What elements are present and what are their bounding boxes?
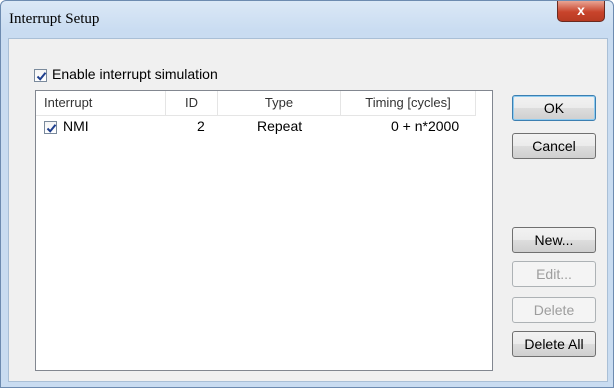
column-header-interrupt[interactable]: Interrupt (36, 91, 166, 115)
column-header-timing[interactable]: Timing [cycles] (341, 91, 476, 115)
delete-all-button[interactable]: Delete All (512, 331, 596, 357)
ok-button[interactable]: OK (512, 95, 596, 121)
check-icon (36, 72, 47, 81)
dialog-window: Interrupt Setup x Enable interrupt simul… (0, 0, 614, 388)
edit-button[interactable]: Edit... (512, 261, 596, 287)
cell-timing: 0 + n*2000 (391, 118, 460, 134)
cell-id: 2 (197, 118, 205, 134)
list-header: Interrupt ID Type Timing [cycles] (36, 91, 476, 116)
column-header-type[interactable]: Type (218, 91, 341, 115)
enable-interrupt-label: Enable interrupt simulation (52, 66, 218, 82)
cell-type: Repeat (257, 118, 303, 134)
cell-interrupt: NMI (63, 118, 89, 134)
interrupt-list[interactable]: Interrupt ID Type Timing [cycles] NMI 2 … (35, 90, 493, 371)
check-icon (46, 124, 57, 133)
window-title: Interrupt Setup (9, 11, 100, 27)
delete-button[interactable]: Delete (512, 297, 596, 323)
enable-interrupt-checkbox[interactable] (34, 69, 47, 82)
table-row[interactable]: NMI 2 Repeat 0 + n*2000 (36, 116, 476, 138)
cancel-button[interactable]: Cancel (512, 133, 596, 159)
dialog-body: Enable interrupt simulation Interrupt ID… (8, 38, 608, 382)
close-button[interactable]: x (557, 1, 605, 22)
new-button[interactable]: New... (512, 227, 596, 253)
column-header-id[interactable]: ID (166, 91, 218, 115)
row-enable-checkbox[interactable] (44, 121, 57, 134)
